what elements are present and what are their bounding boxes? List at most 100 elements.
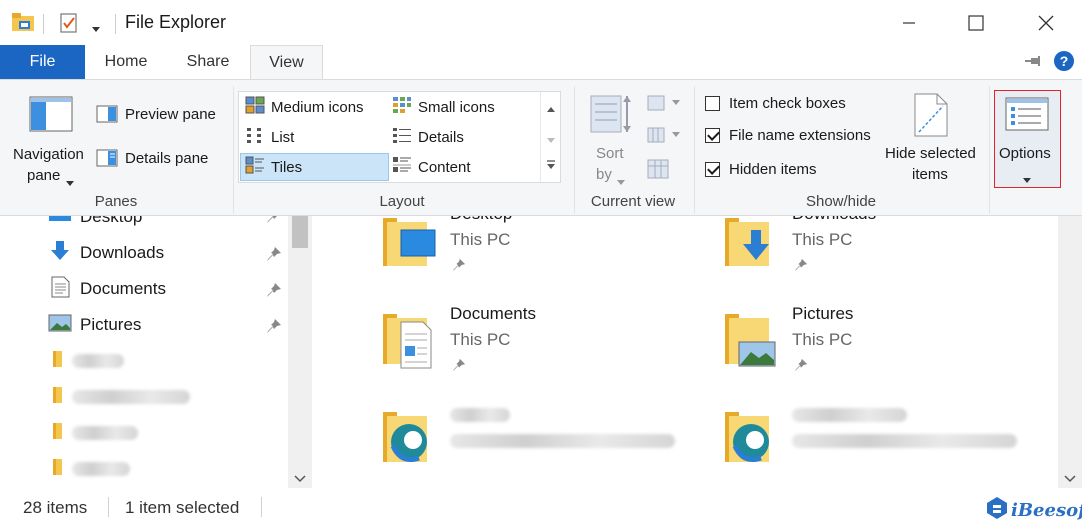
current-view-group-label: Current view: [590, 193, 676, 210]
pin-ribbon-icon[interactable]: [1024, 55, 1044, 74]
gallery-expand-icon[interactable]: [546, 158, 556, 176]
group-separator: [233, 86, 234, 214]
tile-documents[interactable]: Documents This PC: [375, 296, 675, 376]
scroll-down-icon[interactable]: [1064, 470, 1076, 488]
sort-by-button[interactable]: Sort by: [586, 90, 636, 188]
sort-by-label: Sort: [596, 145, 624, 162]
hidden-items-checkbox[interactable]: [705, 162, 720, 177]
item-check-boxes-checkbox[interactable]: [705, 96, 720, 111]
desktop-icon: [48, 216, 72, 230]
ribbon-tabs: File Home Share View ?: [0, 45, 1082, 80]
navigation-pane-label: Navigation: [13, 146, 84, 163]
file-name-extensions-toggle[interactable]: File name extensions: [704, 126, 884, 148]
pictures-folder-icon: [721, 308, 779, 375]
pin-icon[interactable]: [266, 246, 282, 267]
layout-gallery: Medium icons Small icons List Details Ti…: [238, 91, 561, 183]
tab-home[interactable]: Home: [92, 45, 160, 79]
file-name-extensions-label: File name extensions: [729, 127, 871, 144]
layout-medium-icons-label: Medium icons: [271, 98, 364, 116]
tab-file[interactable]: File: [0, 45, 85, 79]
minimize-button[interactable]: [874, 0, 944, 45]
nav-item-folder[interactable]: [48, 346, 124, 376]
scroll-down-icon[interactable]: [546, 132, 556, 150]
tile-location: This PC: [792, 330, 853, 349]
navigation-pane-icon: [29, 96, 73, 137]
blurred-folder-name: [72, 462, 130, 476]
show-hide-group-label: Show/hide: [805, 193, 877, 210]
scrollbar-thumb[interactable]: [292, 216, 308, 248]
edge-folder-icon: [721, 406, 779, 473]
documents-icon: [48, 276, 72, 303]
nav-item-pictures[interactable]: Pictures: [48, 310, 141, 340]
preview-pane-icon: [96, 105, 118, 128]
file-list-scrollbar[interactable]: [1058, 216, 1082, 488]
details-pane-label: Details pane: [125, 150, 209, 167]
title-bar: File Explorer: [0, 0, 1082, 45]
pin-icon: [452, 258, 466, 277]
navigation-pane-label-2: pane: [27, 167, 61, 184]
hide-selected-items-button[interactable]: Hide selected items: [884, 90, 980, 188]
properties-checkmark-icon[interactable]: [60, 13, 78, 38]
tile-downloads[interactable]: Downloads This PC: [717, 216, 1017, 276]
tile-name: Downloads: [792, 216, 876, 224]
tile-blurred-item[interactable]: [375, 396, 675, 476]
nav-item-downloads[interactable]: Downloads: [48, 238, 164, 268]
navigation-pane-button[interactable]: Navigation pane: [8, 94, 94, 189]
blurred-folder-name: [72, 390, 190, 404]
hidden-items-toggle[interactable]: Hidden items: [704, 160, 874, 182]
status-separator: [261, 497, 262, 517]
close-icon: [1038, 15, 1054, 30]
add-columns-icon[interactable]: [646, 126, 682, 151]
file-explorer-app-icon[interactable]: [12, 13, 36, 38]
blurred-file-location: [450, 434, 675, 448]
panes-group-label: Panes: [94, 193, 138, 210]
layout-medium-icons[interactable]: Medium icons: [242, 93, 387, 121]
nav-item-documents[interactable]: Documents: [48, 274, 166, 304]
quick-access-dropdown-icon[interactable]: [91, 21, 101, 39]
layout-content[interactable]: Content: [391, 153, 536, 181]
item-check-boxes-toggle[interactable]: Item check boxes: [704, 94, 874, 116]
tile-pictures[interactable]: Pictures This PC: [717, 296, 1017, 376]
scroll-down-icon[interactable]: [294, 470, 306, 488]
folder-icon: [48, 349, 64, 374]
layout-small-icons[interactable]: Small icons: [391, 93, 536, 121]
file-name-extensions-checkbox[interactable]: [705, 128, 720, 143]
nav-item-folder[interactable]: [48, 418, 138, 448]
layout-tiles-label: Tiles: [271, 158, 303, 176]
preview-pane-button[interactable]: Preview pane: [96, 103, 226, 127]
navigation-pane-scrollbar[interactable]: [288, 216, 312, 488]
close-button[interactable]: [1011, 0, 1081, 45]
chevron-down-icon: [1023, 171, 1031, 189]
details-pane-button[interactable]: Details pane: [96, 147, 226, 171]
pin-icon[interactable]: [266, 216, 282, 229]
blurred-file-location: [792, 434, 1017, 448]
pin-icon[interactable]: [266, 318, 282, 339]
downloads-folder-icon: [721, 216, 779, 275]
layout-details[interactable]: Details: [391, 123, 536, 151]
sort-by-label-2: by: [596, 166, 612, 183]
pin-icon: [794, 258, 808, 277]
nav-item-folder[interactable]: [48, 382, 190, 412]
folder-options-icon: [1005, 97, 1049, 136]
maximize-button[interactable]: [941, 0, 1011, 45]
folder-icon: [48, 385, 64, 410]
pin-icon[interactable]: [266, 282, 282, 303]
size-columns-icon[interactable]: [646, 158, 670, 185]
nav-item-label: Desktop: [80, 216, 143, 226]
layout-list[interactable]: List: [242, 123, 387, 151]
nav-item-folder[interactable]: [48, 454, 130, 484]
item-check-boxes-label: Item check boxes: [729, 95, 846, 112]
group-by-icon[interactable]: [646, 94, 682, 119]
help-icon[interactable]: ?: [1053, 50, 1075, 77]
tab-view[interactable]: View: [250, 45, 323, 80]
tab-share[interactable]: Share: [173, 45, 243, 79]
folder-icon: [48, 421, 64, 446]
chevron-down-icon: [66, 174, 74, 192]
tile-desktop[interactable]: Desktop This PC: [375, 216, 675, 276]
hide-selected-items-icon: [913, 92, 949, 143]
nav-item-desktop[interactable]: Desktop: [48, 216, 142, 232]
scroll-up-icon[interactable]: [546, 100, 556, 118]
options-button[interactable]: Options: [994, 90, 1061, 188]
layout-tiles[interactable]: Tiles: [240, 153, 389, 181]
tile-blurred-item[interactable]: [717, 396, 1017, 476]
